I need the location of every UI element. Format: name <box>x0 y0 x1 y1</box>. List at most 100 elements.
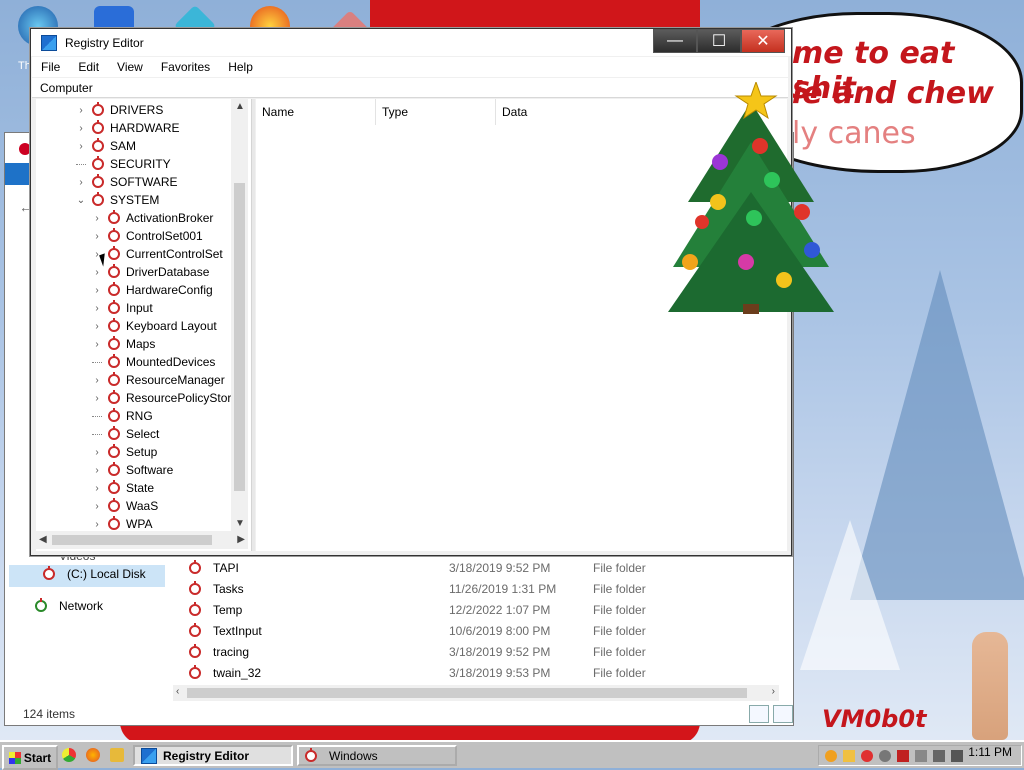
tree-item[interactable]: › Software <box>92 461 173 479</box>
tree-item[interactable]: › ActivationBroker <box>92 209 213 227</box>
scrollbar-thumb[interactable] <box>234 183 245 491</box>
tiles-view-icon[interactable] <box>773 705 793 723</box>
chevron-right-icon[interactable]: › <box>92 447 102 458</box>
task-registry-editor[interactable]: Registry Editor <box>133 745 293 766</box>
chevron-right-icon[interactable]: › <box>92 465 102 476</box>
bing-icon[interactable] <box>843 749 855 762</box>
chevron-right-icon[interactable]: › <box>92 483 102 494</box>
tree-item[interactable]: › WaaS <box>92 497 158 515</box>
tree-item[interactable]: › ControlSet001 <box>92 227 203 245</box>
chevron-right-icon[interactable]: › <box>92 231 102 242</box>
scroll-up-icon[interactable]: ▲ <box>235 101 245 112</box>
tree-item[interactable]: › CurrentControlSet <box>92 245 223 263</box>
desktop-icon-label: Th <box>18 60 31 72</box>
info-icon[interactable] <box>915 749 927 762</box>
scroll-right-icon[interactable]: ▶ <box>237 534 245 545</box>
chevron-right-icon[interactable]: › <box>92 321 102 332</box>
tree-item[interactable]: MountedDevices <box>92 353 215 371</box>
chevron-right-icon[interactable]: › <box>92 285 102 296</box>
tree-item[interactable]: › DriverDatabase <box>92 263 209 281</box>
chrome-icon[interactable] <box>62 748 76 762</box>
firefox-icon[interactable] <box>86 748 100 762</box>
nav-item-network[interactable]: Network <box>35 598 103 613</box>
table-row[interactable]: Temp 12/2/2022 1:07 PM File folder <box>185 599 775 620</box>
details-view-icon[interactable] <box>749 705 769 723</box>
app-tray-icon[interactable] <box>861 749 873 762</box>
tree-item[interactable]: › State <box>92 479 154 497</box>
tree-item-label: HardwareConfig <box>126 283 213 297</box>
title-bar[interactable]: Registry Editor — ☐ ✕ <box>31 29 791 56</box>
tree-item[interactable]: RNG <box>92 407 153 425</box>
scroll-down-icon[interactable]: ▼ <box>235 518 245 529</box>
explorer-ribbon-tab[interactable] <box>5 163 33 185</box>
tree-item[interactable]: › SAM <box>76 137 136 155</box>
tree-item[interactable]: › HardwareConfig <box>92 281 213 299</box>
volume-icon[interactable] <box>951 749 963 762</box>
file-date: 10/6/2019 8:00 PM <box>449 623 551 638</box>
tree-item[interactable]: › Maps <box>92 335 155 353</box>
chevron-right-icon[interactable]: › <box>92 267 102 278</box>
menu-help[interactable]: Help <box>219 60 262 74</box>
registry-key-icon <box>92 192 104 206</box>
file-type: File folder <box>593 644 646 659</box>
chevron-right-icon[interactable]: › <box>76 123 86 134</box>
table-row[interactable]: Tasks 11/26/2019 1:31 PM File folder <box>185 578 775 599</box>
tree-horizontal-scrollbar[interactable]: ◀ ▶ <box>36 531 248 549</box>
table-row[interactable]: tracing 3/18/2019 9:52 PM File folder <box>185 641 775 662</box>
tree-item[interactable]: › HARDWARE <box>76 119 180 137</box>
table-row[interactable]: TAPI 3/18/2019 9:52 PM File folder <box>185 557 775 578</box>
tree-item[interactable]: › Setup <box>92 443 157 461</box>
chevron-down-icon[interactable]: ⌄ <box>76 195 86 206</box>
chevron-right-icon[interactable]: › <box>92 339 102 350</box>
scroll-left-icon[interactable]: ‹ <box>176 686 179 697</box>
chevron-right-icon[interactable]: › <box>92 303 102 314</box>
tree-item[interactable]: SECURITY <box>76 155 171 173</box>
menu-edit[interactable]: Edit <box>69 60 108 74</box>
maximize-button[interactable]: ☐ <box>697 29 741 53</box>
tree-item[interactable]: › DRIVERS <box>76 101 163 119</box>
scroll-right-icon[interactable]: › <box>772 686 775 697</box>
antivirus-icon[interactable] <box>897 749 909 762</box>
clock[interactable]: 1:11 PM <box>968 745 1012 759</box>
tree-item[interactable]: › ResourcePolicyStore <box>92 389 238 407</box>
tree-vertical-scrollbar[interactable]: ▲ ▼ <box>231 99 248 531</box>
close-button[interactable]: ✕ <box>741 29 785 53</box>
scroll-left-icon[interactable]: ◀ <box>39 534 47 545</box>
scrollbar-thumb[interactable] <box>187 688 747 698</box>
chevron-right-icon[interactable]: › <box>92 375 102 386</box>
tree-item-label: CurrentControlSet <box>126 247 223 261</box>
tree-item[interactable]: › ResourceManager <box>92 371 225 389</box>
registry-key-icon <box>108 462 120 476</box>
tree-item[interactable]: Select <box>92 425 159 443</box>
scrollbar-thumb[interactable] <box>52 535 212 545</box>
chevron-right-icon[interactable]: › <box>76 141 86 152</box>
network-icon[interactable] <box>933 749 945 762</box>
start-button[interactable]: Start <box>2 745 58 770</box>
column-header-type[interactable]: Type <box>376 99 496 125</box>
horizontal-scrollbar[interactable]: ‹ › <box>173 685 779 701</box>
search-icon[interactable] <box>825 749 837 762</box>
task-windows[interactable]: Windows <box>297 745 457 766</box>
folder-icon[interactable] <box>110 748 124 762</box>
menu-file[interactable]: File <box>32 60 69 74</box>
nav-item-local-disk[interactable]: (C:) Local Disk <box>43 566 146 581</box>
column-header-name[interactable]: Name <box>256 99 376 125</box>
menu-view[interactable]: View <box>108 60 152 74</box>
minimize-button[interactable]: — <box>653 29 697 53</box>
chevron-right-icon[interactable]: › <box>76 177 86 188</box>
tree-item[interactable]: ⌄ SYSTEM <box>76 191 159 209</box>
chevron-right-icon[interactable]: › <box>92 393 102 404</box>
chevron-right-icon[interactable]: › <box>92 519 102 530</box>
pane-splitter[interactable] <box>252 99 255 551</box>
table-row[interactable]: twain_32 3/18/2019 9:53 PM File folder <box>185 662 775 683</box>
power-icon[interactable] <box>879 749 891 762</box>
tree-item[interactable]: › SOFTWARE <box>76 173 178 191</box>
chevron-right-icon[interactable]: › <box>92 213 102 224</box>
tree-item[interactable]: › Input <box>92 299 153 317</box>
chevron-right-icon[interactable]: › <box>76 105 86 116</box>
registry-tree[interactable]: › DRIVERS › HARDWARE › SAM SECURITY › SOFTWARE ⌄ S… <box>36 99 252 551</box>
tree-item[interactable]: › Keyboard Layout <box>92 317 217 335</box>
table-row[interactable]: TextInput 10/6/2019 8:00 PM File folder <box>185 620 775 641</box>
menu-favorites[interactable]: Favorites <box>152 60 219 74</box>
chevron-right-icon[interactable]: › <box>92 501 102 512</box>
